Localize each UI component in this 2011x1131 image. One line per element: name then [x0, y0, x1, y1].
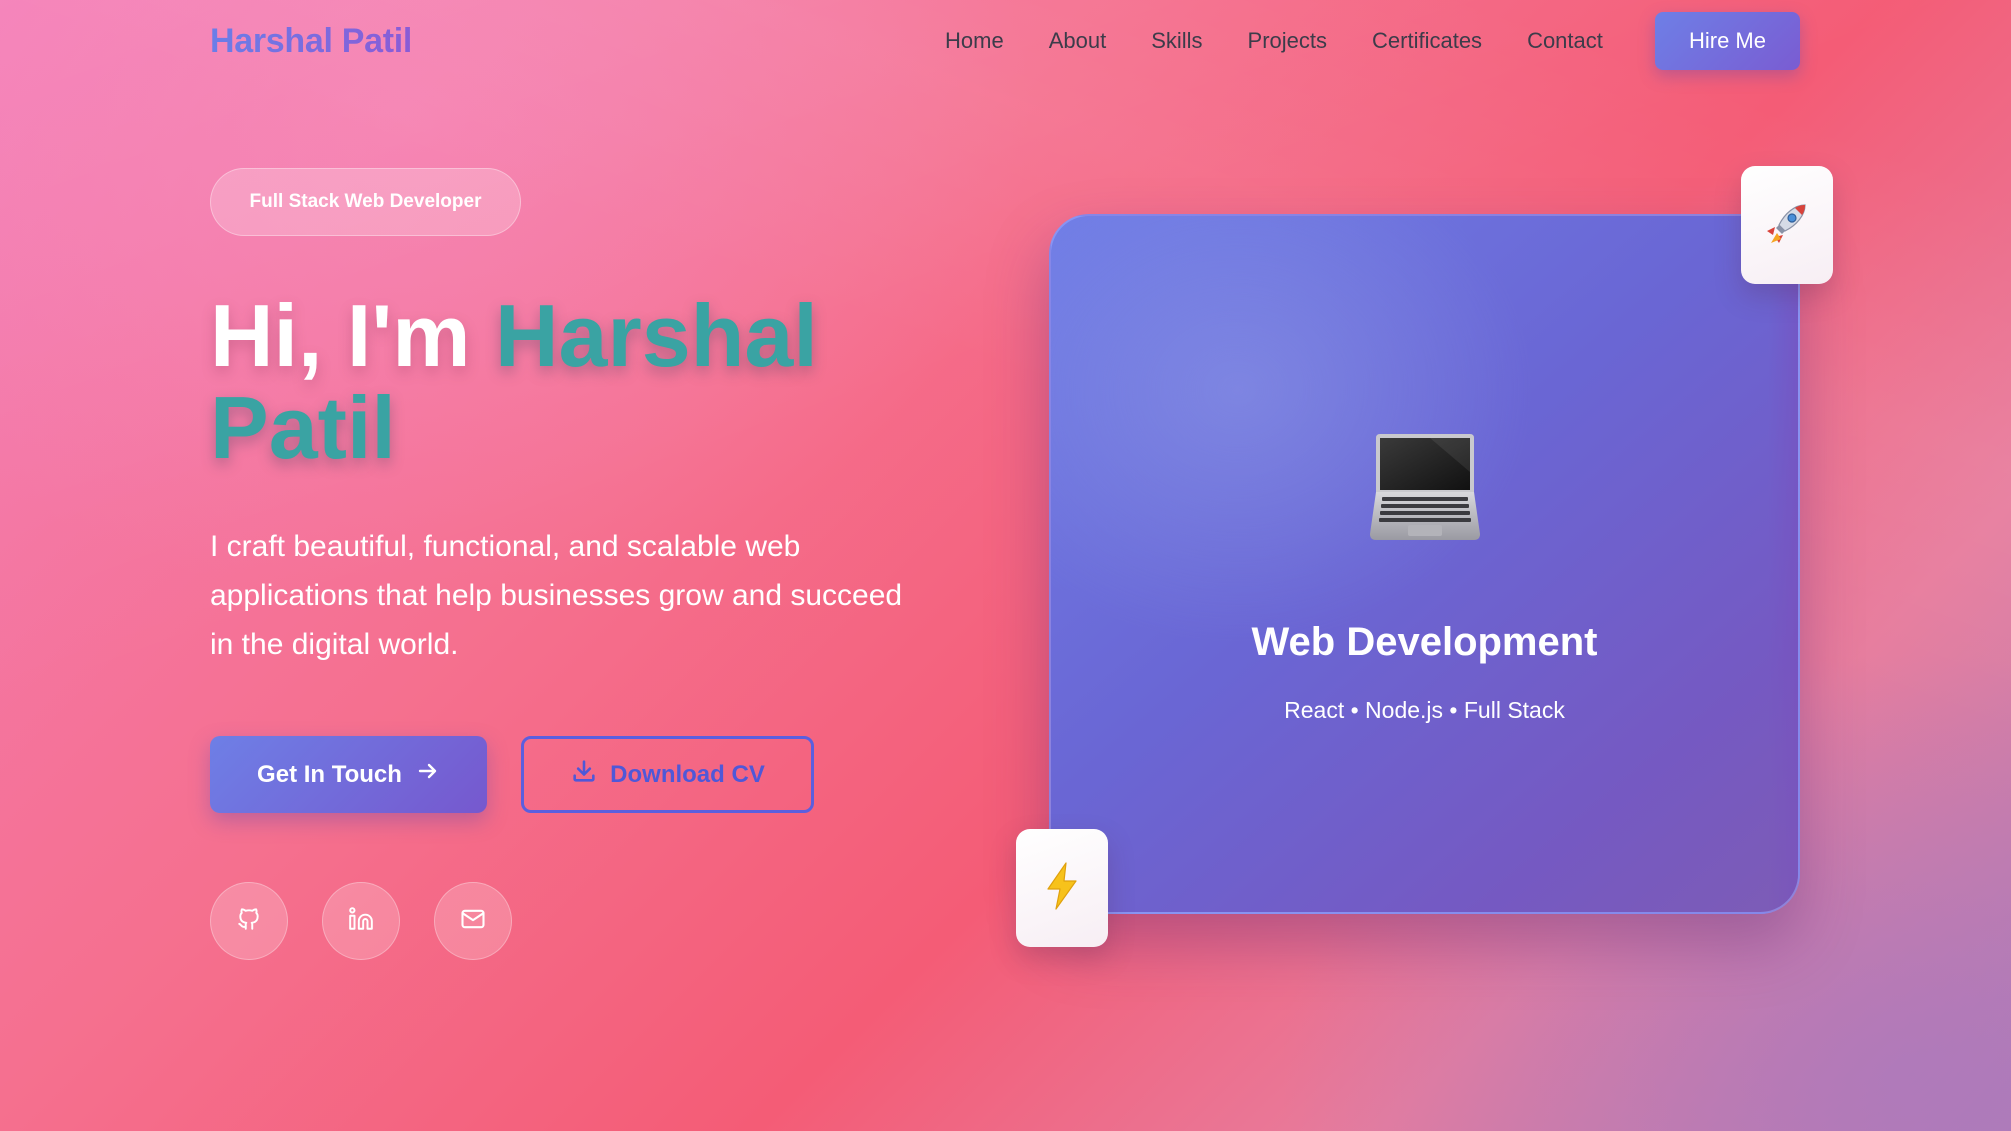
nav-link-home[interactable]: Home — [945, 28, 1004, 54]
lightning-tile — [1016, 829, 1108, 947]
web-development-card — [1049, 214, 1800, 914]
download-icon — [570, 757, 598, 792]
mail-icon — [459, 905, 487, 938]
hero-description: I craft beautiful, functional, and scala… — [210, 530, 903, 661]
laptop-icon — [1370, 430, 1480, 550]
name-highlight-first: Harshal — [494, 286, 818, 385]
get-in-touch-button[interactable]: Get In Touch — [210, 736, 487, 813]
github-icon — [236, 906, 262, 937]
top-nav: Harshal Patil Home About Skills Projects… — [0, 0, 2011, 82]
lightning-icon — [1042, 861, 1082, 916]
github-link[interactable] — [210, 882, 288, 960]
card-edge-shade — [1768, 216, 1798, 912]
rocket-icon — [1761, 197, 1813, 254]
arrow-right-icon — [416, 759, 440, 790]
name-highlight-last: Patil — [210, 378, 396, 477]
linkedin-link[interactable] — [322, 882, 400, 960]
card-subtitle: React • Node.js • Full Stack — [1284, 697, 1565, 723]
rocket-tile — [1741, 166, 1833, 284]
nav-links: Home About Skills Projects Certificates … — [945, 28, 1648, 54]
hero-headline: Hi, I'm Harshal Patil — [210, 290, 990, 474]
greeting-text: Hi, I'm — [210, 286, 471, 385]
email-link[interactable] — [434, 882, 512, 960]
nav-link-about[interactable]: About — [1049, 28, 1107, 54]
nav-link-certificates[interactable]: Certificates — [1372, 28, 1482, 54]
nav-link-projects[interactable]: Projects — [1248, 28, 1327, 54]
nav-link-contact[interactable]: Contact — [1527, 28, 1603, 54]
download-cv-button[interactable]: Download CV — [521, 736, 814, 813]
linkedin-icon — [348, 906, 374, 937]
download-cv-label: Download CV — [610, 760, 765, 788]
get-in-touch-label: Get In Touch — [257, 760, 402, 788]
card-title: Web Development — [1251, 620, 1598, 664]
nav-link-skills[interactable]: Skills — [1151, 28, 1202, 54]
site-logo[interactable]: Harshal Patil — [210, 22, 412, 61]
role-badge: Full Stack Web Developer — [210, 168, 521, 236]
hire-me-button[interactable]: Hire Me — [1655, 12, 1800, 70]
